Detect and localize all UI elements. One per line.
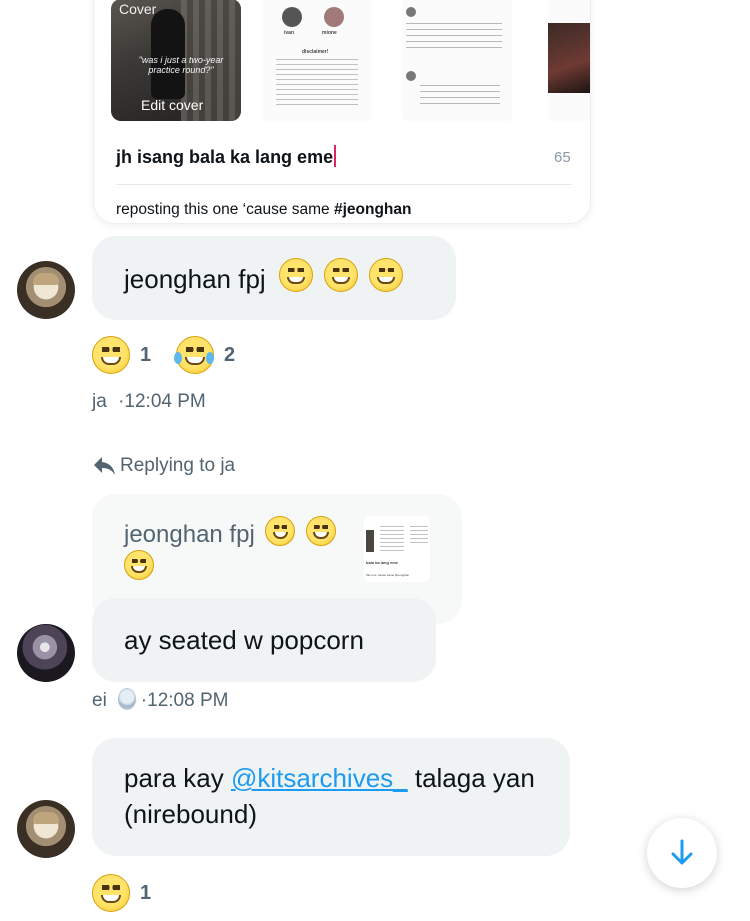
laughing-emoji-icon bbox=[92, 336, 130, 374]
emoji-badge-icon bbox=[118, 688, 136, 710]
scroll-to-bottom-button[interactable] bbox=[647, 818, 717, 888]
avatar-ja[interactable] bbox=[17, 800, 75, 858]
message-text: para kay bbox=[124, 763, 231, 793]
reaction-count: 1 bbox=[140, 344, 152, 366]
hashtag-link[interactable]: #jeonghan bbox=[334, 201, 412, 218]
reply-indicator: Replying to ja bbox=[92, 455, 235, 477]
grinning-emoji-icon bbox=[124, 550, 154, 580]
thumb-heading: disclaimer! bbox=[302, 49, 329, 55]
cover-quote: "was i just a two-year practice round?" bbox=[138, 55, 224, 75]
message-text: ay seated w popcorn bbox=[124, 625, 364, 655]
message-meta: ja ·12:04 PM bbox=[92, 391, 206, 412]
arrow-down-icon bbox=[671, 839, 693, 865]
message-bubble[interactable]: ay seated w popcorn bbox=[92, 598, 436, 682]
text-caret bbox=[334, 145, 337, 167]
reaction-count: 1 bbox=[140, 882, 152, 904]
avatar-ei[interactable] bbox=[17, 624, 75, 682]
cover-image[interactable]: Cover "was i just a two-year practice ro… bbox=[111, 0, 241, 121]
cover-label: Cover bbox=[119, 1, 157, 17]
sender-name: ei bbox=[92, 690, 107, 711]
grinning-emoji-icon bbox=[324, 258, 359, 292]
reposting-line: reposting this one ‘cause same #jeonghan bbox=[116, 201, 412, 219]
thumbnail-disclaimer: ivan mione disclaimer! bbox=[262, 0, 372, 121]
thumb-name-1: ivan bbox=[284, 30, 295, 36]
quoted-thumbnail: bala ka lang eme this one ‘cause same #j… bbox=[364, 516, 430, 582]
caption-input[interactable]: jh isang bala ka lang eme bbox=[116, 145, 337, 168]
character-count: 65 bbox=[554, 149, 571, 166]
timestamp: 12:08 PM bbox=[147, 690, 229, 711]
caption-text: jh isang bala ka lang eme bbox=[116, 147, 334, 167]
thumbnail-photo bbox=[548, 0, 590, 121]
message-meta: ei · 12:08 PM bbox=[92, 688, 229, 711]
edit-cover-button[interactable]: Edit cover bbox=[141, 97, 203, 113]
grinning-emoji-icon bbox=[265, 516, 296, 546]
reposting-text: reposting this one ‘cause same bbox=[116, 201, 334, 218]
message-bubble[interactable]: para kay @kitsarchives_ talaga yan (nire… bbox=[92, 738, 570, 856]
grinning-emoji-icon bbox=[278, 258, 313, 292]
mention-link[interactable]: @kitsarchives_ bbox=[231, 763, 408, 793]
message-bubble[interactable]: jeonghan fpj bbox=[92, 236, 456, 320]
timestamp: 12:04 PM bbox=[124, 391, 206, 412]
reaction-count: 2 bbox=[224, 344, 236, 366]
quoted-text: jeonghan fpj bbox=[124, 521, 255, 548]
reply-arrow-icon bbox=[94, 457, 115, 475]
message-text: jeonghan fpj bbox=[124, 264, 266, 294]
quoted-snippet-sub: this one ‘cause same #jeonghan bbox=[366, 573, 410, 577]
sender-name: ja bbox=[92, 391, 107, 412]
reply-label: Replying to ja bbox=[120, 455, 236, 476]
shared-post-card[interactable]: Cover "was i just a two-year practice ro… bbox=[93, 0, 591, 224]
laughing-emoji-icon bbox=[92, 874, 130, 912]
thumb-name-2: mione bbox=[322, 30, 337, 36]
grinning-emoji-icon bbox=[306, 516, 337, 546]
divider bbox=[116, 184, 572, 185]
avatar-ja[interactable] bbox=[17, 261, 75, 319]
thumbnail-tweets bbox=[402, 0, 512, 121]
grinning-emoji-icon bbox=[369, 258, 404, 292]
quoted-snippet-caption: bala ka lang eme bbox=[366, 560, 399, 565]
